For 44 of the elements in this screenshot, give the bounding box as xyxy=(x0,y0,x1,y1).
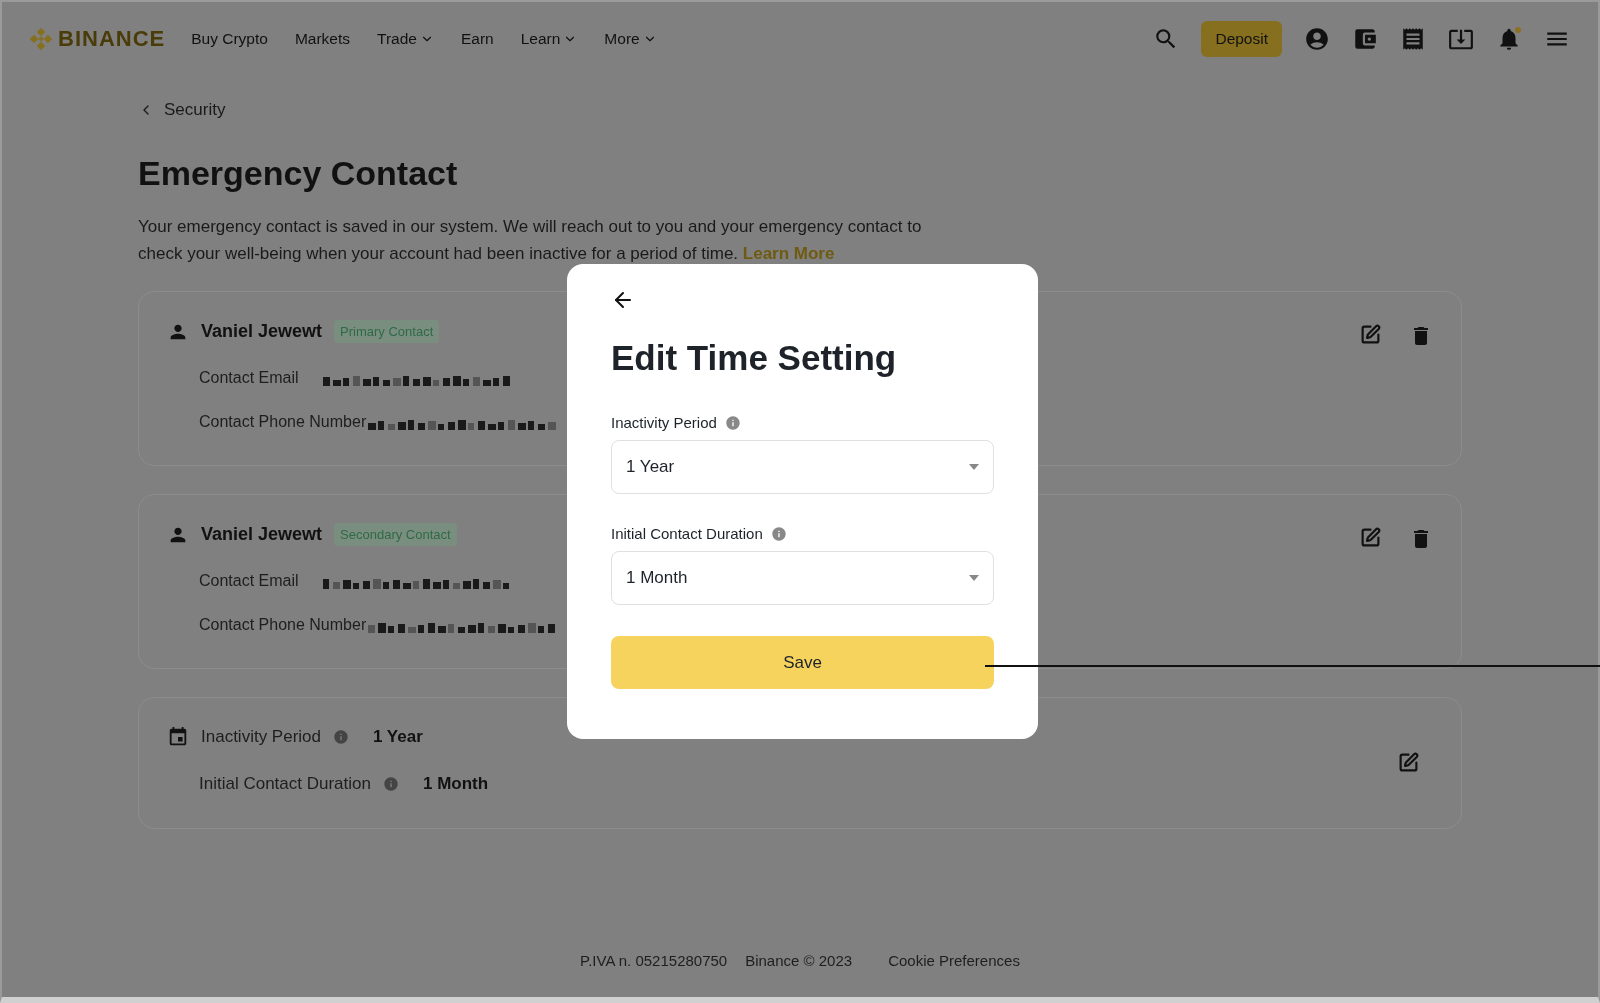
setting-value: 1 Month xyxy=(423,774,489,794)
field-label: Inactivity Period xyxy=(611,414,717,431)
field-label: Contact Email xyxy=(199,369,300,387)
page-title: Emergency Contact xyxy=(138,154,459,193)
calendar-icon xyxy=(167,726,189,748)
dropdown-select[interactable]: 1 Month xyxy=(611,551,994,605)
setting-value: 1 Year xyxy=(373,727,423,747)
field-label: Initial Contact Duration xyxy=(199,774,371,794)
receipt-icon[interactable] xyxy=(1400,26,1426,52)
info-icon[interactable] xyxy=(333,729,349,745)
field-label: Contact Phone Number xyxy=(199,413,367,431)
field-label: Inactivity Period xyxy=(201,727,321,747)
edit-icon[interactable] xyxy=(1360,324,1381,345)
wallet-icon[interactable] xyxy=(1352,26,1378,52)
nav-link[interactable]: Markets xyxy=(294,30,351,48)
footer-link[interactable]: Cookie Preferences xyxy=(888,952,1020,969)
dropdown-select[interactable]: 1 Year xyxy=(611,440,994,494)
caret-icon xyxy=(969,575,979,581)
nav-link[interactable]: More xyxy=(604,30,657,48)
role-tag: Secondary Contact xyxy=(334,523,457,546)
contact-name: Vaniel Jewewt xyxy=(201,524,323,545)
deposit-button[interactable]: Deposit xyxy=(1201,21,1282,57)
description-text: Your emergency contact is saved in our system. We will reach out to you and your emergency contact to check your well-being when your account had been inactive for a period of time. Learn More xyxy=(138,216,923,265)
info-icon[interactable] xyxy=(724,414,741,431)
dialog-title: Edit Time Setting xyxy=(611,338,898,378)
info-icon[interactable] xyxy=(770,525,787,542)
edit-icon[interactable] xyxy=(1360,527,1381,548)
nav-link[interactable]: Learn xyxy=(520,30,578,48)
binance-logo[interactable]: BINANCE xyxy=(30,26,166,52)
role-tag: Primary Contact xyxy=(334,320,440,343)
field-label: Contact Email xyxy=(199,572,300,590)
caret-icon xyxy=(969,464,979,470)
edit-icon[interactable] xyxy=(1398,751,1419,773)
nav-link[interactable]: Earn xyxy=(460,30,494,48)
save-button[interactable]: Save xyxy=(611,636,994,689)
nav-link[interactable]: Trade xyxy=(377,30,434,48)
back-link[interactable]: Security xyxy=(138,100,1462,120)
field-label: Initial Contact Duration xyxy=(611,525,763,542)
contact-name: Vaniel Jewewt xyxy=(201,321,323,342)
info-icon[interactable] xyxy=(383,776,399,792)
nav-link[interactable]: Buy Crypto xyxy=(191,30,268,48)
footer-text: P.IVA n. 05215280750 xyxy=(580,952,728,969)
footer-text: Binance © 2023 xyxy=(745,952,853,969)
field-label: Contact Phone Number xyxy=(199,616,367,634)
